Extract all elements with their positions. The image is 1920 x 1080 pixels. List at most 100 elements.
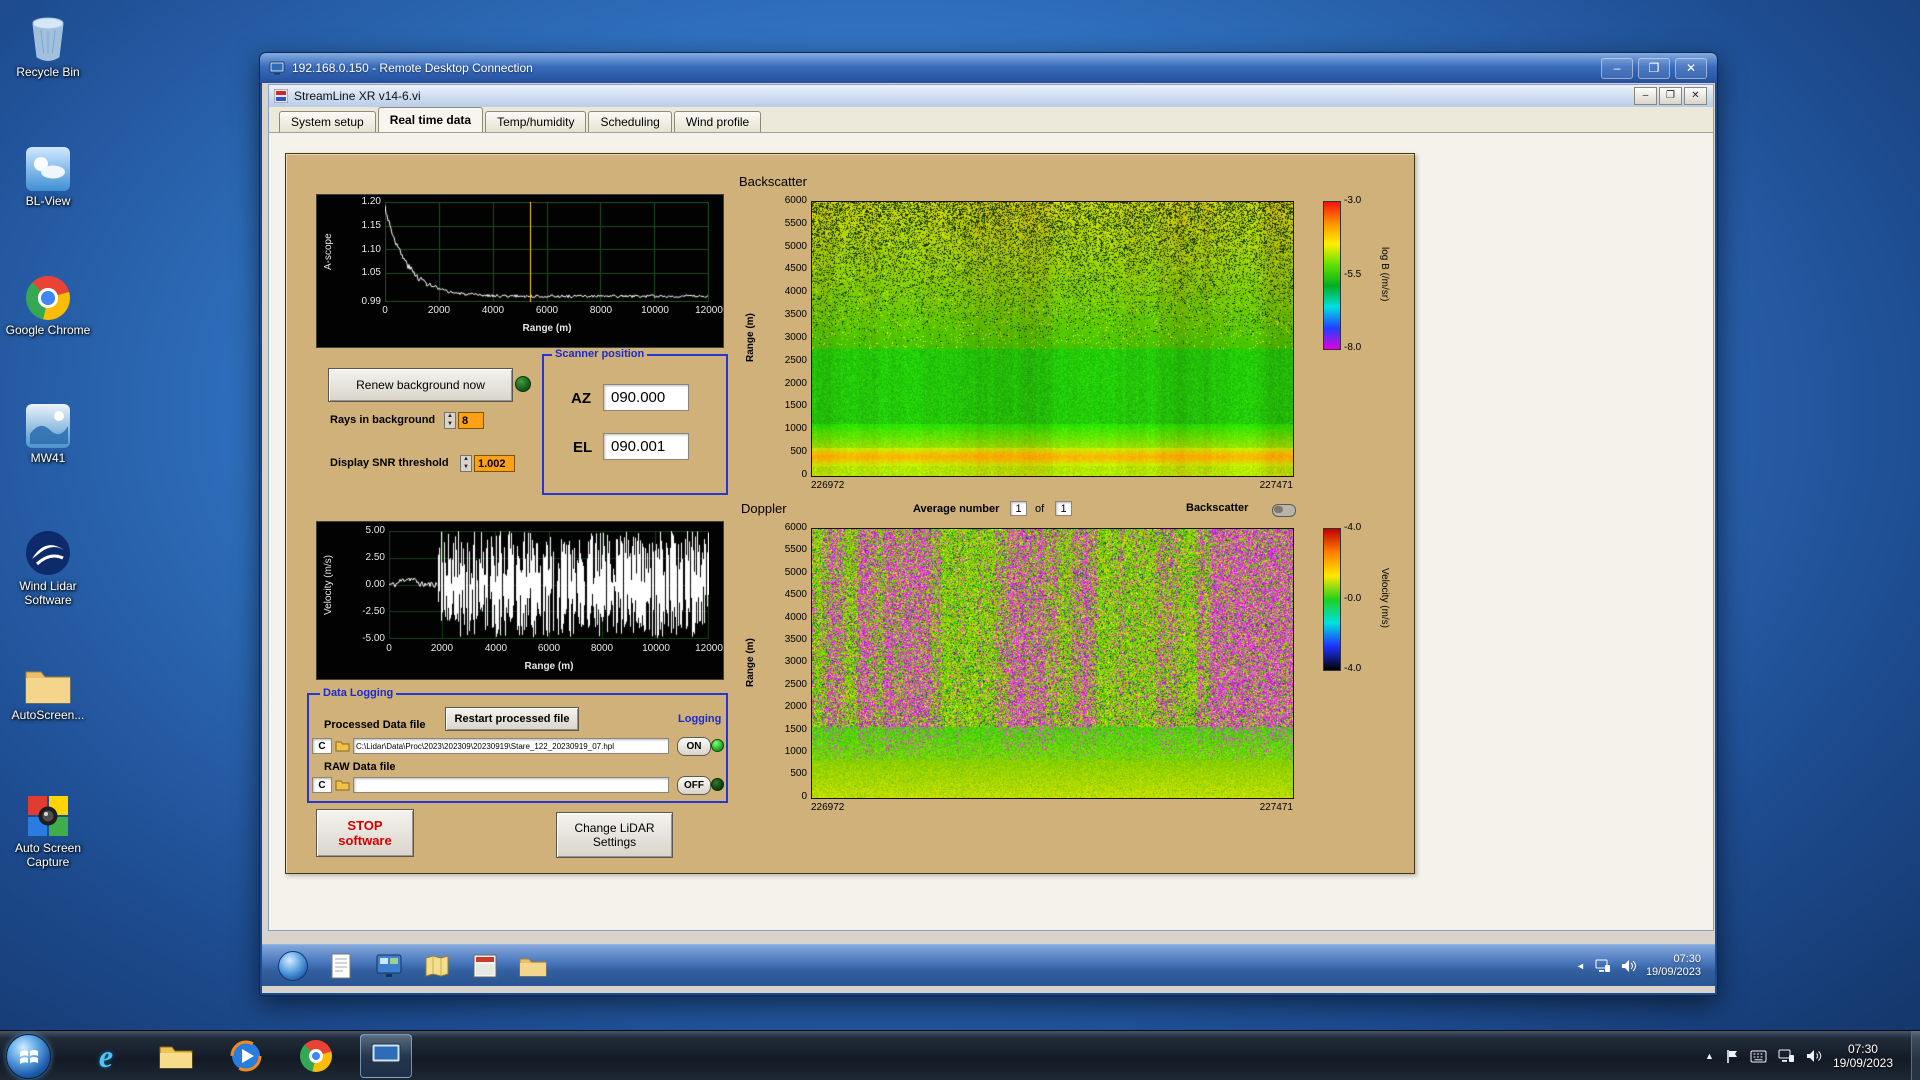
raw-logging-switch[interactable]: OFF — [677, 776, 711, 795]
remote-taskbar-notepad[interactable] — [324, 950, 358, 982]
desktop-icon-autoscreen[interactable]: AutoScreen... — [2, 655, 94, 722]
logging-label: Logging — [675, 713, 725, 725]
rays-value[interactable]: 8 — [458, 412, 484, 429]
remote-clock[interactable]: 07:30 19/09/2023 — [1646, 953, 1701, 979]
stop-software-button[interactable]: STOP software — [316, 809, 414, 857]
doppler-x-start: 226972 — [811, 802, 845, 813]
colorbar-tick: -3.0 — [1344, 195, 1362, 206]
taskbar-google-chrome[interactable] — [290, 1034, 342, 1078]
processed-logging-switch[interactable]: ON — [677, 737, 711, 756]
backscatter-toggle-label: Backscatter — [1186, 502, 1249, 514]
host-clock[interactable]: 07:30 19/09/2023 — [1833, 1042, 1893, 1070]
remote-taskbar-map-app[interactable] — [420, 950, 454, 982]
desktop-icon-label: BL-View — [25, 194, 71, 208]
labview-minimize-button[interactable]: – — [1634, 87, 1657, 105]
hidden-icons-arrow[interactable]: ▲ — [1705, 1051, 1714, 1061]
ascope-xtick: 10000 — [641, 305, 669, 316]
remote-start-orb[interactable] — [276, 950, 310, 982]
processed-drive-selector[interactable]: C — [312, 738, 332, 754]
doppler-colorbar — [1323, 528, 1341, 671]
desktop-icon-mw41[interactable]: MW41 — [2, 398, 94, 465]
network-icon[interactable] — [1778, 1049, 1795, 1063]
input-indicator-icon[interactable] — [1750, 1050, 1767, 1063]
show-desktop-button[interactable] — [1911, 1031, 1920, 1080]
backscatter-toggle[interactable] — [1272, 504, 1296, 517]
tab-system-setup[interactable]: System setup — [279, 111, 376, 132]
processed-path-field[interactable]: C:\Lidar\Data\Proc\2023\202309\20230919\… — [353, 738, 669, 754]
processed-browse-folder-icon[interactable] — [335, 740, 350, 752]
raw-path-field[interactable] — [353, 777, 669, 793]
remote-taskbar-streamline-app[interactable] — [468, 950, 502, 982]
tab-strip: System setup Real time data Temp/humidit… — [269, 107, 1713, 133]
start-button[interactable] — [6, 1034, 51, 1079]
windows-flag-icon — [19, 1049, 38, 1064]
rdp-close-button[interactable]: ✕ — [1675, 57, 1707, 79]
rdp-window-title: 192.168.0.150 - Remote Desktop Connectio… — [292, 61, 533, 75]
doppler-graph: Range (m) 6000 5500 5000 4500 4000 3500 … — [737, 521, 1313, 819]
change-lidar-settings-button[interactable]: Change LiDAR Settings — [556, 812, 673, 858]
backscatter-y-axis-label: Range (m) — [745, 313, 756, 363]
tab-scheduling[interactable]: Scheduling — [588, 111, 672, 132]
remote-taskbar-system-app[interactable] — [372, 950, 406, 982]
map-app-icon — [425, 954, 449, 977]
labview-window: StreamLine XR v14-6.vi – ❐ ✕ System setu… — [268, 84, 1714, 931]
desktop-icon-google-chrome[interactable]: Google Chrome — [2, 270, 94, 337]
remote-network-icon[interactable] — [1595, 959, 1611, 973]
az-value-field[interactable]: 090.000 — [603, 384, 689, 411]
remote-hidden-icons-arrow[interactable]: ◄ — [1576, 961, 1585, 971]
rays-spinner[interactable]: ▲ ▼ — [444, 412, 456, 429]
raw-browse-folder-icon[interactable] — [335, 779, 350, 791]
ascope-ytick: 1.10 — [361, 244, 381, 255]
ytick: 5500 — [784, 544, 807, 556]
renew-background-button[interactable]: Renew background now — [328, 368, 513, 402]
backscatter-x-start: 226972 — [811, 480, 845, 491]
data-logging-title: Data Logging — [320, 687, 397, 699]
ytick: 500 — [790, 768, 807, 780]
volume-icon[interactable] — [1806, 1049, 1822, 1063]
average-total-value[interactable]: 1 — [1055, 501, 1072, 516]
average-number-label: Average number — [913, 503, 1000, 515]
taskbar-windows-explorer[interactable] — [150, 1034, 202, 1078]
desktop-icon-auto-screen-capture[interactable]: Auto Screen Capture — [2, 788, 94, 869]
remote-volume-icon[interactable] — [1621, 959, 1636, 973]
tab-temp-humidity[interactable]: Temp/humidity — [485, 111, 587, 132]
rdp-maximize-button[interactable]: ❐ — [1638, 57, 1670, 79]
ascope-ytick: 1.20 — [361, 196, 381, 207]
folder-icon — [2, 655, 94, 705]
remote-taskbar: ◄ 07:30 19/09/2023 — [262, 944, 1715, 986]
ascope-xtick: 12000 — [695, 305, 723, 316]
snr-value[interactable]: 1.002 — [474, 455, 515, 472]
backscatter-colorbar — [1323, 201, 1341, 350]
labview-restore-button[interactable]: ❐ — [1659, 87, 1682, 105]
remote-desktop-icon — [371, 1043, 401, 1069]
labview-titlebar[interactable]: StreamLine XR v14-6.vi – ❐ ✕ — [269, 85, 1713, 108]
average-number-value[interactable]: 1 — [1010, 501, 1027, 516]
desktop-icon-label: Recycle Bin — [16, 65, 80, 79]
taskbar-media-player[interactable] — [220, 1034, 272, 1078]
snr-spinner[interactable]: ▲ ▼ — [460, 455, 472, 472]
desktop: Recycle Bin BL-View Google Chrome MW41 W… — [0, 0, 1920, 1080]
desktop-icon-wind-lidar[interactable]: Wind Lidar Software — [2, 526, 94, 607]
media-player-icon — [230, 1040, 262, 1072]
renew-background-led — [515, 376, 531, 392]
desktop-icon-bl-view[interactable]: BL-View — [2, 141, 94, 208]
tab-wind-profile[interactable]: Wind profile — [673, 111, 762, 132]
start-orb-icon — [278, 950, 308, 981]
rdp-minimize-button[interactable]: – — [1601, 57, 1633, 79]
restart-processed-file-button[interactable]: Restart processed file — [445, 707, 579, 731]
auto-screen-capture-icon — [2, 788, 94, 838]
remote-taskbar-file-explorer[interactable] — [516, 950, 550, 982]
taskbar-internet-explorer[interactable]: e — [80, 1034, 132, 1078]
doppler-colorbar-label: Velocity (m/s) — [1379, 568, 1390, 629]
ascope-xtick: 4000 — [481, 305, 505, 316]
taskbar-remote-desktop-active[interactable] — [360, 1034, 412, 1078]
rdp-titlebar[interactable]: 192.168.0.150 - Remote Desktop Connectio… — [260, 53, 1717, 83]
velocity-ytick: 5.00 — [365, 525, 385, 536]
tab-real-time-data[interactable]: Real time data — [377, 107, 484, 132]
desktop-icon-recycle-bin[interactable]: Recycle Bin — [2, 12, 94, 79]
raw-drive-selector[interactable]: C — [312, 777, 332, 793]
el-value-field[interactable]: 090.001 — [603, 433, 689, 460]
labview-close-button[interactable]: ✕ — [1684, 87, 1707, 105]
colorbar-tick: -8.0 — [1344, 342, 1362, 353]
action-center-flag-icon[interactable] — [1725, 1049, 1739, 1064]
